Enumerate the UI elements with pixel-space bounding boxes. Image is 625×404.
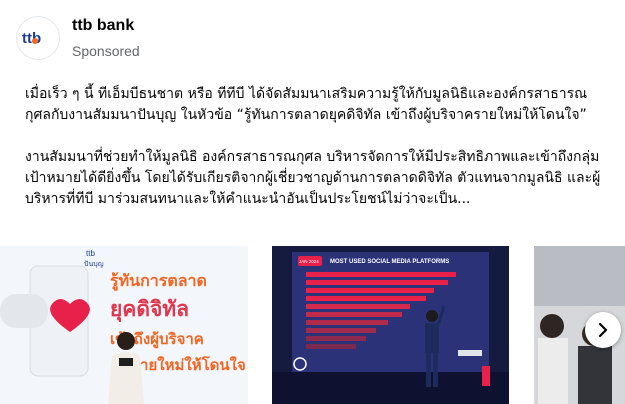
- ttb-logo-avatar[interactable]: ttb: [16, 16, 60, 60]
- carousel-next-button[interactable]: [585, 312, 621, 348]
- svg-text:ttb: ttb: [86, 249, 95, 258]
- svg-text:ttb: ttb: [22, 30, 41, 47]
- sponsored-label[interactable]: Sponsored: [72, 41, 140, 61]
- post-paragraph-1: เมื่อเร็ว ๆ นี้ ทีเอ็มบีธนชาต หรือ ทีทีบ…: [25, 86, 588, 123]
- svg-text:JAN 2024: JAN 2024: [299, 259, 319, 264]
- carousel-image-2[interactable]: JAN 2024 MOST USED SOCIAL MEDIA PLATFORM…: [272, 246, 509, 404]
- banner-line-4: รายใหม่ให้โดนใจ: [132, 355, 246, 374]
- seminar-banner-image: ttb ปันบุญ รู้ทันการตลาด ยุคดิจิทัล เข้า…: [0, 246, 248, 404]
- stage-presentation-image: JAN 2024 MOST USED SOCIAL MEDIA PLATFORM…: [272, 246, 509, 404]
- banner-line-1: รู้ทันการตลาด: [110, 271, 207, 292]
- page-name-link[interactable]: ttb bank: [72, 16, 140, 36]
- post-paragraph-2: งานสัมมนาที่ช่วยทำให้มูลนิธิ องค์กรสาธาร…: [25, 149, 601, 207]
- svg-text:ปันบุญ: ปันบุญ: [84, 260, 104, 268]
- carousel-image-1[interactable]: ttb ปันบุญ รู้ทันการตลาด ยุคดิจิทัล เข้า…: [0, 246, 248, 404]
- chevron-right-icon: [598, 323, 608, 337]
- banner-line-2: ยุคดิจิทัล: [110, 297, 189, 323]
- image-carousel: ttb ปันบุญ รู้ทันการตลาด ยุคดิจิทัล เข้า…: [0, 246, 625, 404]
- post-header: ttb ttb bank Sponsored: [16, 12, 140, 64]
- post-text: เมื่อเร็ว ๆ นี้ ทีเอ็มบีธนชาต หรือ ทีทีบ…: [25, 84, 605, 210]
- ttb-logo-icon: ttb: [22, 30, 41, 47]
- svg-text:MOST USED SOCIAL MEDIA PLATFOR: MOST USED SOCIAL MEDIA PLATFORMS: [330, 259, 449, 265]
